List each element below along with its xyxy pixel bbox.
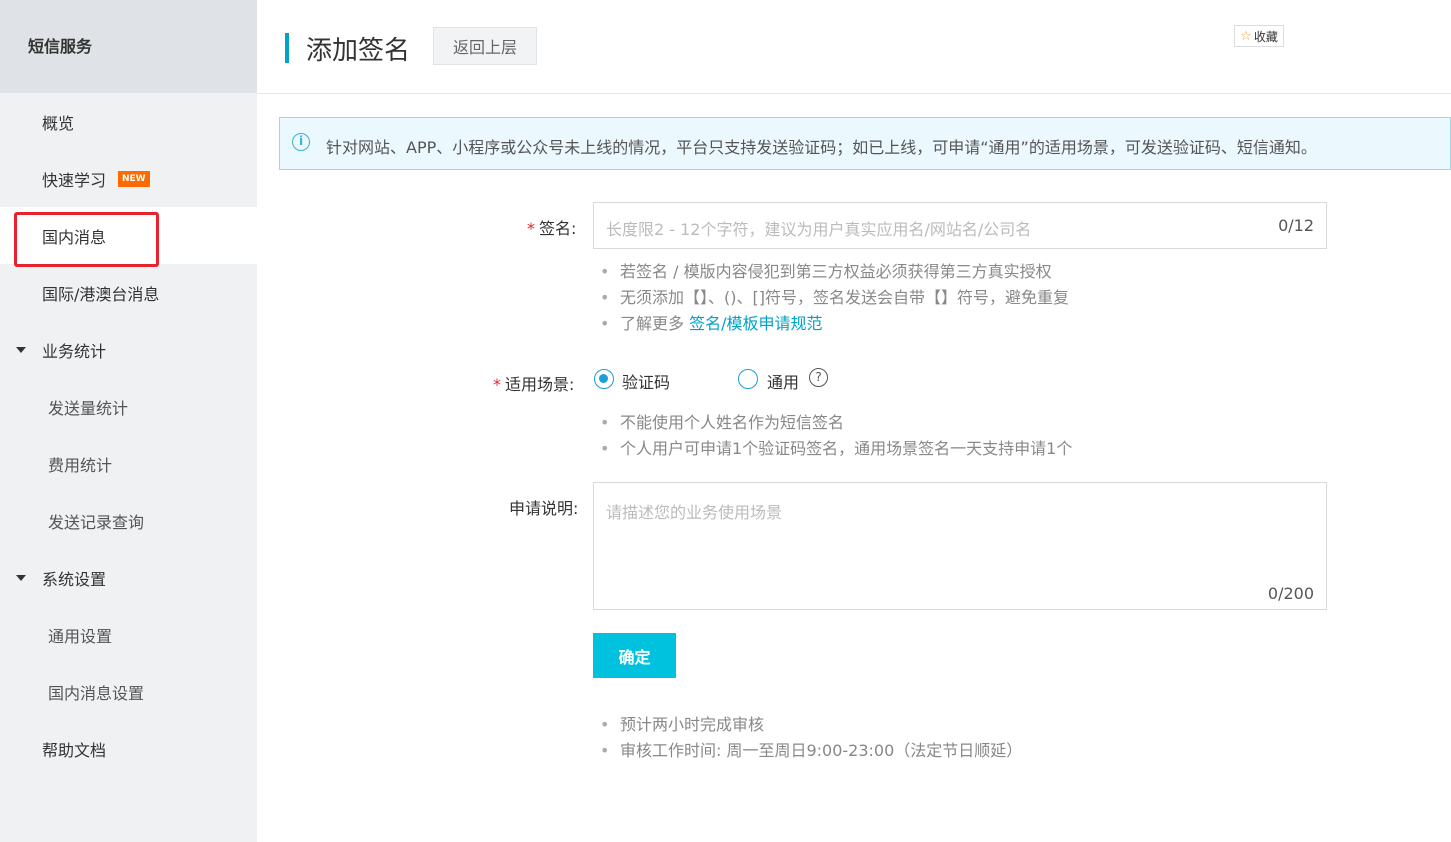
sidebar-item-label: 国际/港澳台消息	[42, 284, 160, 304]
spec-link[interactable]: 签名/模板申请规范	[689, 314, 822, 333]
sidebar-item-label: 业务统计	[42, 341, 107, 361]
sidebar-item-label: 系统设置	[42, 569, 107, 589]
sidebar-item-general-settings[interactable]: 通用设置	[0, 606, 257, 663]
sidebar-item-label: 国内消息设置	[48, 683, 145, 703]
back-button[interactable]: 返回上层	[433, 27, 537, 65]
sidebar-item-domestic-messages[interactable]: 国内消息	[0, 207, 257, 264]
signature-counter: 0/12	[1278, 216, 1314, 235]
description-counter: 0/200	[1267, 584, 1314, 603]
sidebar-item-help-docs[interactable]: 帮助文档	[0, 720, 257, 777]
signature-label: * 签名:	[527, 215, 576, 239]
hint-item: • 预计两小时完成审核	[600, 715, 765, 734]
sidebar-item-label: 发送记录查询	[48, 512, 145, 532]
sidebar-item-label: 国内消息	[42, 227, 107, 247]
hint-text: 不能使用个人姓名作为短信签名	[620, 413, 845, 432]
hint-item: • 了解更多 签名/模板申请规范	[600, 314, 823, 333]
sidebar-item-label: 帮助文档	[42, 740, 107, 760]
required-mark: *	[493, 375, 501, 394]
sidebar-item-send-records[interactable]: 发送记录查询	[0, 492, 257, 549]
sidebar-header: 短信服务	[0, 0, 257, 93]
hint-text: 若签名 / 模版内容侵犯到第三方权益必须获得第三方真实授权	[620, 262, 1052, 281]
signature-input[interactable]: 长度限2 - 12个字符，建议为用户真实应用名/网站名/公司名 0/12	[593, 202, 1327, 249]
sidebar-item-cost-stats[interactable]: 费用统计	[0, 435, 257, 492]
sidebar-group-system-settings[interactable]: 系统设置	[0, 549, 257, 606]
favorite-button[interactable]: ☆ 收藏	[1234, 25, 1284, 47]
help-icon[interactable]: ?	[809, 368, 828, 387]
learn-more-prefix: 了解更多	[620, 314, 690, 333]
star-icon: ☆	[1240, 28, 1252, 44]
sidebar-item-label: 费用统计	[48, 455, 113, 475]
description-placeholder: 请描述您的业务使用场景	[606, 503, 783, 522]
favorite-label: 收藏	[1253, 29, 1278, 44]
radio-label-verification-code[interactable]: 验证码	[622, 369, 670, 393]
hint-text: 无须添加【】、()、[]符号，签名发送会自带【】符号，避免重复	[620, 288, 1069, 307]
new-badge: NEW	[118, 171, 150, 187]
caret-down-icon	[16, 575, 26, 581]
scene-hints: • 不能使用个人姓名作为短信签名 • 个人用户可申请1个验证码签名，通用场景签名一天…	[600, 410, 1072, 462]
sidebar-title: 短信服务	[28, 37, 93, 56]
info-icon: i	[292, 133, 310, 151]
description-label: 申请说明:	[509, 499, 579, 518]
title-accent-bar	[285, 33, 289, 63]
info-banner: i 针对网站、APP、小程序或公众号未上线的情况，平台只支持发送验证码；如已上线…	[279, 117, 1451, 170]
caret-down-icon	[16, 347, 26, 353]
sidebar-item-domestic-settings[interactable]: 国内消息设置	[0, 663, 257, 720]
radio-general[interactable]	[738, 369, 758, 389]
sidebar-item-label: 发送量统计	[48, 398, 129, 418]
required-mark: *	[527, 219, 535, 238]
page-title: 添加签名	[306, 36, 411, 66]
signature-hints: • 若签名 / 模版内容侵犯到第三方权益必须获得第三方真实授权 • 无须添加【】、(…	[600, 259, 1069, 337]
hint-item: • 若签名 / 模版内容侵犯到第三方权益必须获得第三方真实授权	[600, 262, 1052, 281]
description-textarea[interactable]: 请描述您的业务使用场景 0/200	[593, 482, 1327, 610]
signature-label-text: 签名:	[539, 219, 577, 238]
hint-item: • 无须添加【】、()、[]符号，签名发送会自带【】符号，避免重复	[600, 288, 1069, 307]
radio-verification-code[interactable]	[594, 369, 614, 389]
sidebar-group-business-stats[interactable]: 业务统计	[0, 321, 257, 378]
sidebar-item-quick-learn[interactable]: 快速学习 NEW	[0, 150, 257, 207]
hint-text: 预计两小时完成审核	[620, 715, 765, 734]
sidebar-item-overview[interactable]: 概览	[0, 93, 257, 150]
hint-text: 审核工作时间: 周一至周日9:00-23:00（法定节日顺延）	[620, 741, 1023, 760]
hint-text: 个人用户可申请1个验证码签名，通用场景签名一天支持申请1个	[620, 439, 1073, 458]
info-banner-text: 针对网站、APP、小程序或公众号未上线的情况，平台只支持发送验证码；如已上线，可…	[326, 138, 1317, 157]
scene-label-text: 适用场景:	[505, 375, 575, 394]
signature-placeholder: 长度限2 - 12个字符，建议为用户真实应用名/网站名/公司名	[606, 220, 1032, 239]
sidebar-item-send-volume-stats[interactable]: 发送量统计	[0, 378, 257, 435]
confirm-button[interactable]: 确定	[593, 633, 676, 678]
sidebar-item-label: 快速学习	[42, 170, 107, 190]
hint-item: • 不能使用个人姓名作为短信签名	[600, 413, 845, 432]
sidebar-item-label: 概览	[42, 113, 75, 133]
sidebar-item-label: 通用设置	[48, 626, 113, 646]
hint-item: • 个人用户可申请1个验证码签名，通用场景签名一天支持申请1个	[600, 439, 1073, 458]
review-hints: • 预计两小时完成审核 • 审核工作时间: 周一至周日9:00-23:00（法定节日…	[600, 712, 1022, 764]
scene-label: * 适用场景:	[493, 371, 574, 395]
sidebar: 短信服务 概览 快速学习 NEW 国内消息 国际/港澳台消息 业务统计 发送量统…	[0, 0, 257, 842]
radio-label-general[interactable]: 通用	[767, 369, 799, 393]
sidebar-item-international-messages[interactable]: 国际/港澳台消息	[0, 264, 257, 321]
hint-item: • 审核工作时间: 周一至周日9:00-23:00（法定节日顺延）	[600, 741, 1023, 760]
